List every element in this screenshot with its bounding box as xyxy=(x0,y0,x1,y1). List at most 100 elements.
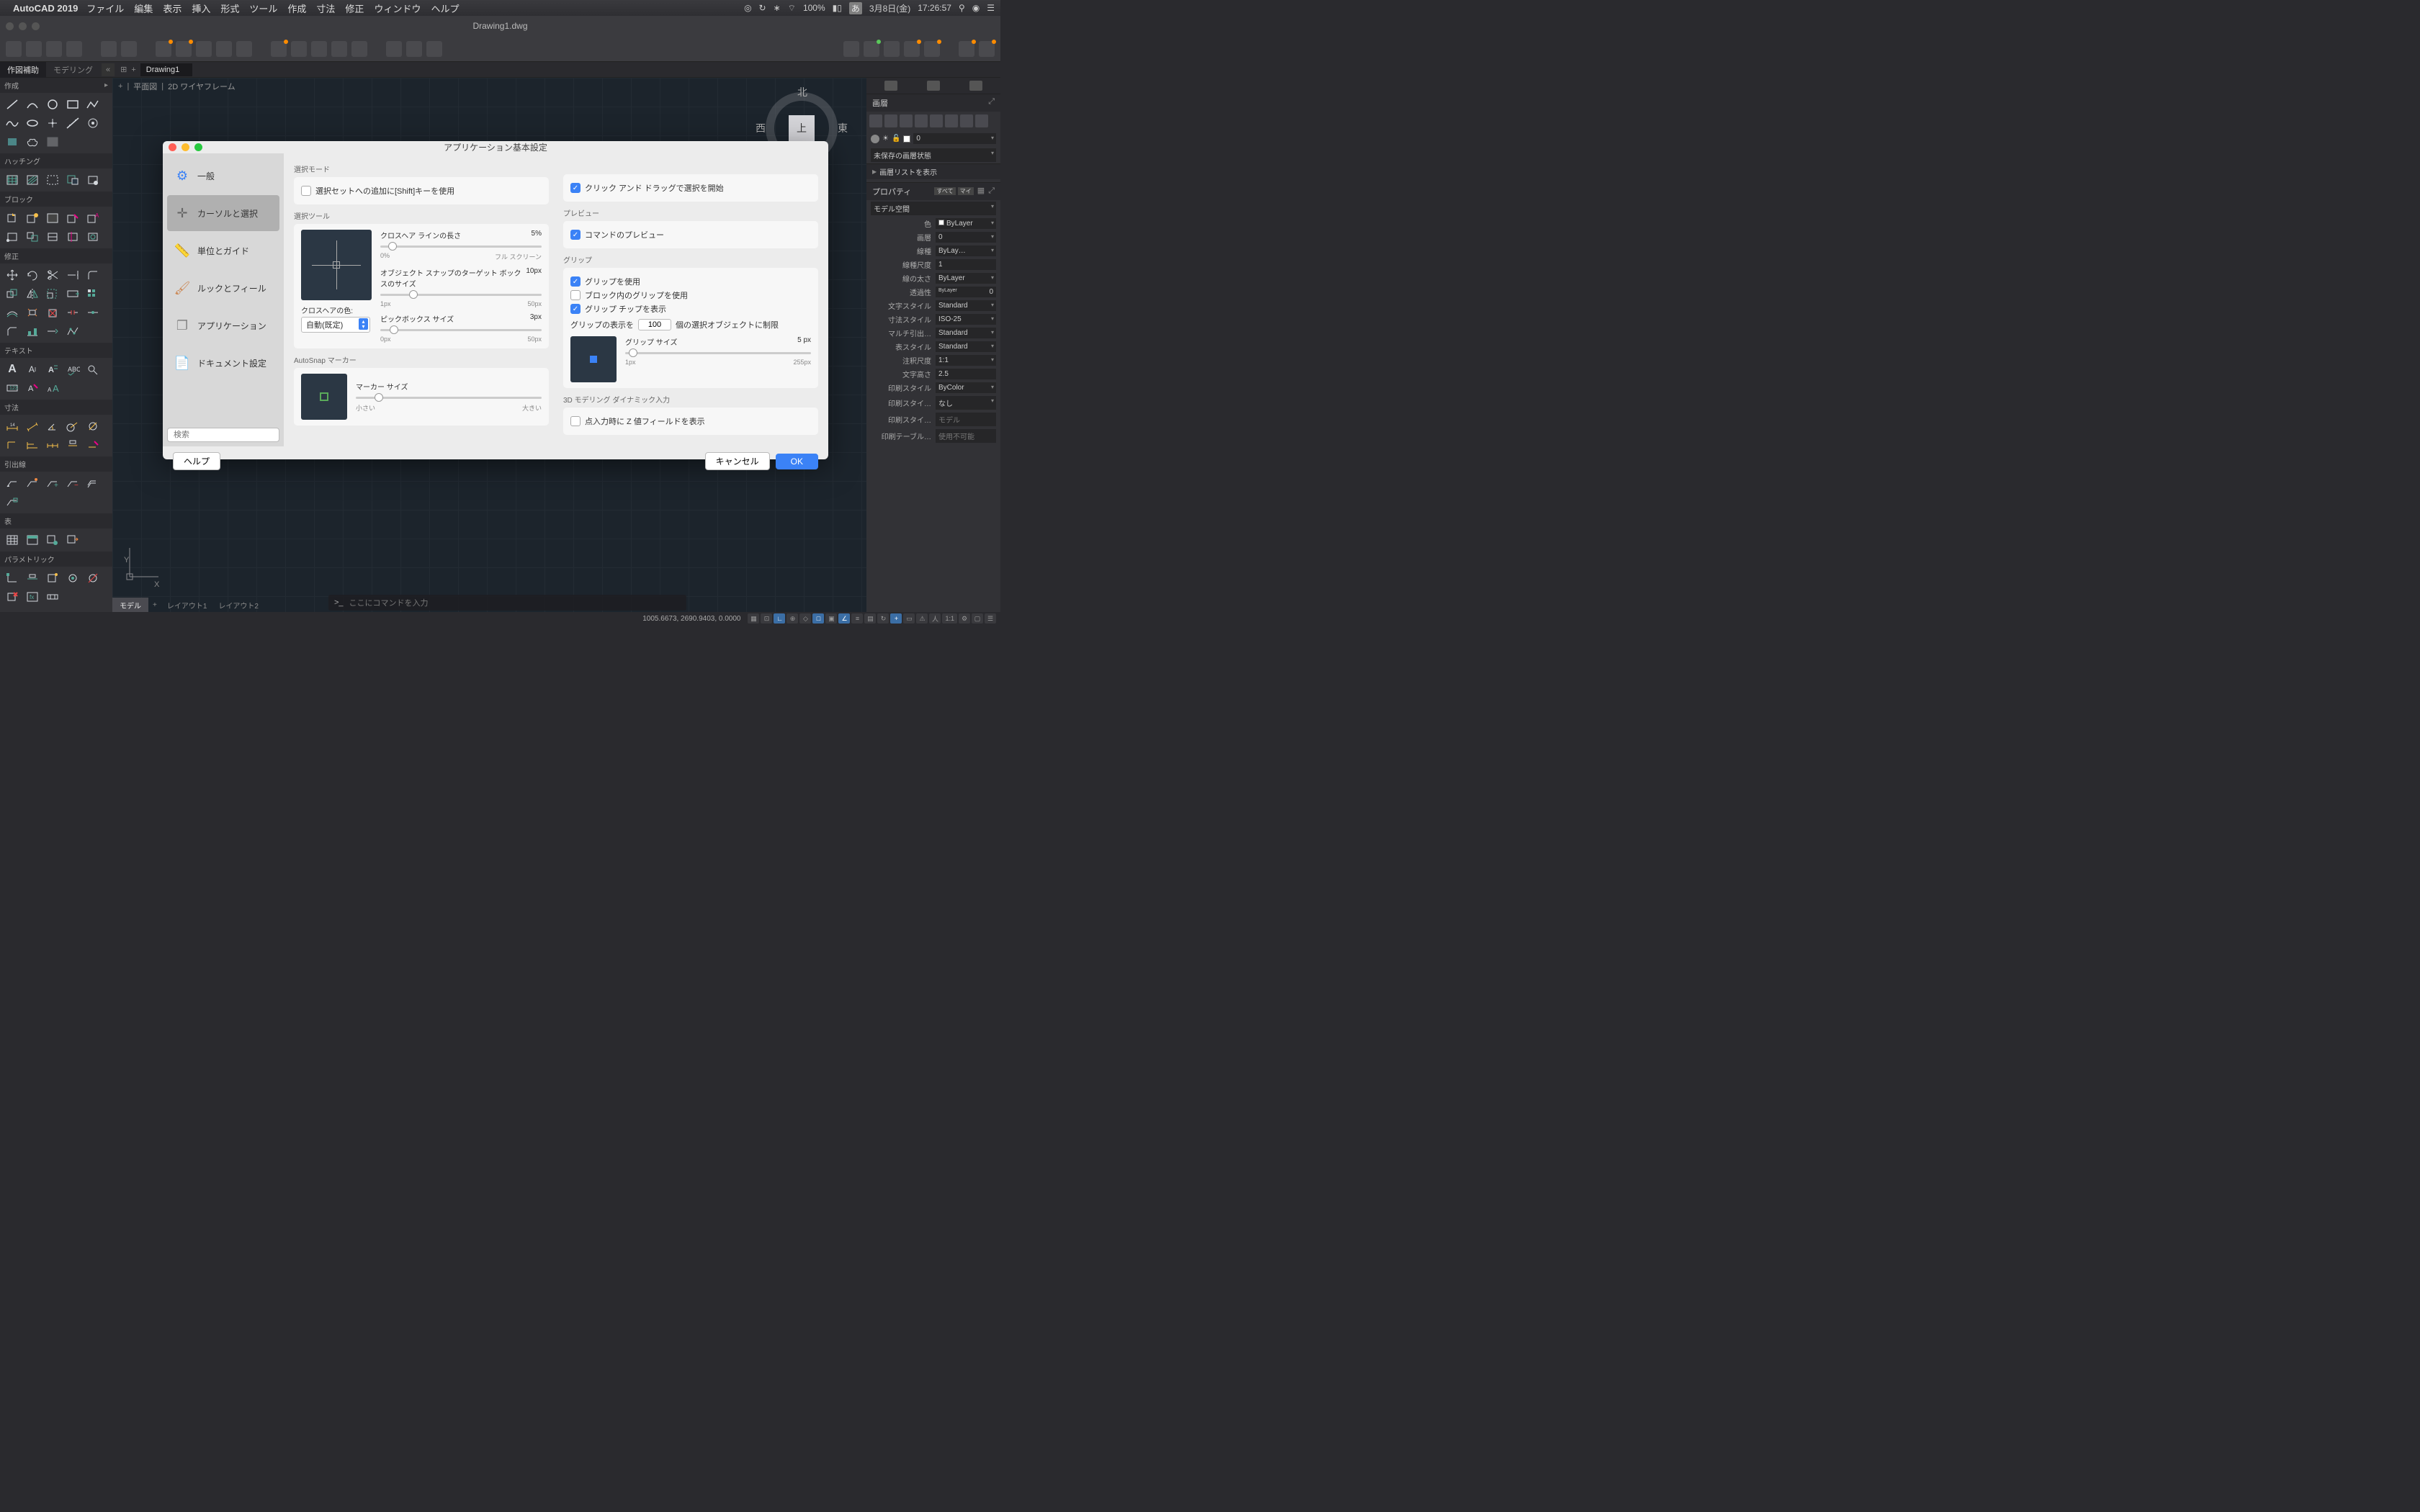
annoscale-dropdown[interactable]: 1:1 xyxy=(936,355,996,366)
status-annoscale-icon[interactable]: 人 xyxy=(929,613,941,624)
layer4-icon[interactable] xyxy=(904,41,920,57)
xref-tool[interactable] xyxy=(23,228,42,246)
props-icon-1[interactable]: ▦ xyxy=(977,186,985,195)
save-icon[interactable] xyxy=(46,41,62,57)
print-icon[interactable] xyxy=(66,41,82,57)
viewcube-west[interactable]: 西 xyxy=(756,121,766,135)
minimize-window-icon[interactable] xyxy=(19,22,27,30)
wifi-icon[interactable]: ⌔ xyxy=(788,3,796,14)
status-clean-icon[interactable]: ▢ xyxy=(972,613,983,624)
block2-icon[interactable] xyxy=(291,41,307,57)
undo-icon[interactable] xyxy=(101,41,117,57)
osnap-size-slider[interactable] xyxy=(380,289,542,300)
dialog-close-icon[interactable] xyxy=(169,143,176,151)
erase-tool[interactable] xyxy=(43,304,62,321)
props-my-btn[interactable]: マイ xyxy=(958,187,974,195)
visual-style-label[interactable]: 2D ワイヤフレーム xyxy=(168,81,235,92)
hatch-edit-tool[interactable] xyxy=(63,171,82,189)
close-window-icon[interactable] xyxy=(6,22,14,30)
region-tool[interactable] xyxy=(3,133,22,150)
status-snap-icon[interactable]: ⊡ xyxy=(761,613,772,624)
transparency-field[interactable]: ByLayer0 xyxy=(936,287,996,297)
status-ortho-icon[interactable]: ∟ xyxy=(774,613,785,624)
menu-help[interactable]: ヘルプ xyxy=(431,1,459,15)
tab-collapse-icon[interactable]: « xyxy=(102,63,115,76)
add-layout-icon[interactable]: + xyxy=(148,599,161,611)
sidebar-general[interactable]: ⚙一般 xyxy=(167,158,279,194)
table-link-tool[interactable] xyxy=(43,531,62,549)
spline-tool[interactable] xyxy=(3,114,22,132)
checkbox-click-drag[interactable]: ✓ xyxy=(570,183,581,193)
block4-icon[interactable] xyxy=(331,41,347,57)
param-mgr-tool[interactable]: fx xyxy=(23,588,42,606)
del-constraint-tool[interactable] xyxy=(3,588,22,606)
dialog-minimize-icon[interactable] xyxy=(182,143,189,151)
field-tool[interactable]: 123 xyxy=(3,379,22,397)
text-tool[interactable]: AI xyxy=(23,361,42,378)
ok-button[interactable]: OK xyxy=(776,454,818,469)
orbit-icon[interactable] xyxy=(426,41,442,57)
current-layer-dropdown[interactable]: 0 xyxy=(913,133,996,144)
date[interactable]: 3月8日(金) xyxy=(869,2,910,14)
constraint-bar-tool[interactable] xyxy=(43,588,62,606)
model-tab[interactable]: モデル xyxy=(112,598,148,613)
tablestyle-dropdown[interactable]: Standard xyxy=(936,341,996,352)
status-grid-icon[interactable]: ▦ xyxy=(748,613,759,624)
menu-window[interactable]: ウィンドウ xyxy=(374,1,421,15)
join-tool[interactable] xyxy=(84,304,102,321)
crosshair-color-select[interactable]: 自動(既定)▴▾ xyxy=(301,317,370,333)
text-style-tool[interactable]: A xyxy=(43,361,62,378)
array-tool[interactable] xyxy=(84,285,102,302)
checkbox-shift-add[interactable] xyxy=(301,186,311,196)
ltscale-field[interactable]: 1 xyxy=(936,259,996,270)
rotate-tool[interactable] xyxy=(23,266,42,284)
panel-tab-1-icon[interactable] xyxy=(884,81,897,91)
block5-icon[interactable] xyxy=(351,41,367,57)
cc-icon[interactable]: ◎ xyxy=(744,3,751,13)
collapse-icon[interactable]: ▸ xyxy=(104,81,108,89)
text-edit-tool[interactable]: A xyxy=(23,379,42,397)
wblock-tool[interactable] xyxy=(43,210,62,227)
insert-block-tool[interactable] xyxy=(3,210,22,227)
extend-tool[interactable] xyxy=(63,266,82,284)
status-custom-icon[interactable]: ☰ xyxy=(985,613,996,624)
layer-dropdown[interactable]: 0 xyxy=(936,232,996,243)
notif-icon[interactable]: ☰ xyxy=(987,3,995,13)
redo-icon[interactable] xyxy=(121,41,137,57)
base-tool[interactable] xyxy=(3,228,22,246)
status-iso-icon[interactable]: ◇ xyxy=(799,613,811,624)
chamfer-tool[interactable] xyxy=(3,323,22,340)
copyclip-icon[interactable] xyxy=(196,41,212,57)
attach-tool[interactable] xyxy=(43,228,62,246)
mleader-collect-tool[interactable] xyxy=(3,493,22,510)
point-tool[interactable] xyxy=(43,114,62,132)
plotstyle2-dropdown[interactable]: なし xyxy=(936,396,996,410)
menu-insert[interactable]: 挿入 xyxy=(192,1,210,15)
table-tool[interactable] xyxy=(3,531,22,549)
hatch-tool[interactable] xyxy=(3,171,22,189)
layer-tool-8[interactable] xyxy=(975,114,988,127)
dim-diameter-tool[interactable] xyxy=(84,418,102,435)
color-dropdown[interactable]: ByLayer xyxy=(936,218,996,229)
menu-edit[interactable]: 編集 xyxy=(134,1,153,15)
xline-tool[interactable] xyxy=(63,114,82,132)
crosshair-length-slider[interactable] xyxy=(380,240,542,252)
textstyle-dropdown[interactable]: Standard xyxy=(936,300,996,311)
popout-icon[interactable]: ⤢ xyxy=(988,97,995,109)
status-transparency-icon[interactable]: ▤ xyxy=(864,613,876,624)
canvas-plus-icon[interactable]: + xyxy=(118,82,122,91)
plotstyle-dropdown[interactable]: ByColor xyxy=(936,382,996,393)
pickbox-size-slider[interactable] xyxy=(380,324,542,336)
checkbox-block-grip[interactable] xyxy=(570,290,581,300)
scale-tool[interactable] xyxy=(43,285,62,302)
new-tab-icon[interactable]: + xyxy=(131,66,135,74)
disclosure-icon[interactable]: ▶ xyxy=(872,168,877,175)
mleader-add-tool[interactable]: + xyxy=(43,474,62,492)
tab-grid-icon[interactable]: ⊞ xyxy=(120,65,127,74)
revcloud-tool[interactable] xyxy=(23,133,42,150)
menu-tools[interactable]: ツール xyxy=(249,1,277,15)
status-scale[interactable]: 1:1 xyxy=(942,613,957,624)
viewcube-top[interactable]: 上 xyxy=(789,115,815,141)
align-tool[interactable] xyxy=(23,323,42,340)
checkbox-use-grip[interactable]: ✓ xyxy=(570,276,581,287)
